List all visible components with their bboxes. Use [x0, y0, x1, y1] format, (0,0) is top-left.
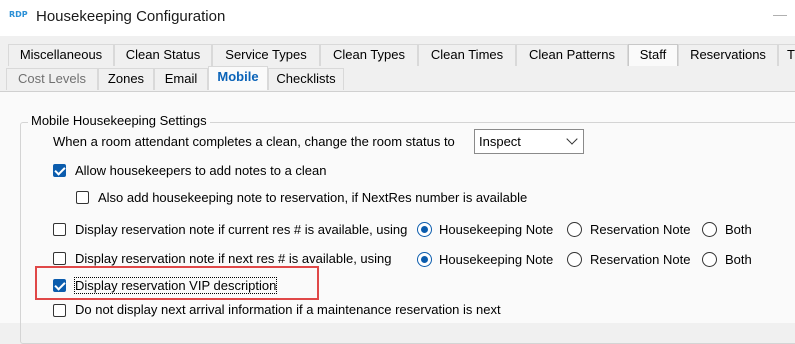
current-res-housekeeping-label: Housekeeping Note	[439, 222, 554, 237]
app-logo: RDP	[9, 10, 28, 19]
tab-reservations[interactable]: Reservations	[678, 44, 778, 66]
tab-zones[interactable]: Zones	[98, 68, 154, 90]
tab-staff[interactable]: Staff	[628, 44, 678, 66]
current-res-both-radio[interactable]	[702, 222, 717, 237]
room-status-select[interactable]: Inspect	[474, 129, 584, 154]
tab-service-types[interactable]: Service Types	[212, 44, 320, 66]
next-res-note-checkbox[interactable]	[53, 252, 66, 265]
tab-clean-status[interactable]: Clean Status	[114, 44, 212, 66]
current-res-reservation-label: Reservation Note	[590, 222, 691, 237]
title-bar: RDP Housekeeping Configuration	[0, 0, 795, 36]
current-res-reservation-radio[interactable]	[567, 222, 582, 237]
next-res-housekeeping-label: Housekeeping Note	[439, 252, 554, 267]
allow-notes-label: Allow housekeepers to add notes to a cle…	[75, 163, 327, 178]
allow-notes-checkbox[interactable]	[53, 164, 66, 177]
next-res-reservation-label: Reservation Note	[590, 252, 691, 267]
tab-miscellaneous[interactable]: Miscellaneous	[8, 44, 114, 66]
window-title: Housekeeping Configuration	[36, 8, 226, 25]
tab-cost-levels[interactable]: Cost Levels	[6, 68, 98, 90]
next-res-note-label: Display reservation note if next res # i…	[75, 251, 392, 266]
chevron-down-icon	[566, 133, 578, 145]
tab-overflow[interactable]: T	[778, 44, 795, 66]
group-title: Mobile Housekeeping Settings	[28, 113, 210, 128]
tab-clean-types[interactable]: Clean Types	[320, 44, 418, 66]
next-res-reservation-radio[interactable]	[567, 252, 582, 267]
tab-row-primary: Miscellaneous Clean Status Service Types…	[0, 44, 795, 66]
tab-clean-patterns[interactable]: Clean Patterns	[516, 44, 628, 66]
no-next-arrival-checkbox[interactable]	[53, 304, 66, 317]
tab-checklists[interactable]: Checklists	[268, 68, 344, 90]
tab-email[interactable]: Email	[154, 68, 208, 90]
minimize-icon[interactable]	[773, 15, 787, 16]
current-res-housekeeping-radio[interactable]	[417, 222, 432, 237]
next-res-both-radio[interactable]	[702, 252, 717, 267]
next-res-housekeeping-radio[interactable]	[417, 252, 432, 267]
current-res-note-label: Display reservation note if current res …	[75, 222, 408, 237]
add-note-reservation-label: Also add housekeeping note to reservatio…	[98, 190, 528, 205]
tab-clean-times[interactable]: Clean Times	[418, 44, 516, 66]
add-note-reservation-checkbox[interactable]	[76, 191, 89, 204]
room-status-value: Inspect	[479, 134, 521, 149]
next-res-both-label: Both	[725, 252, 752, 267]
room-status-label: When a room attendant completes a clean,…	[53, 134, 455, 149]
no-next-arrival-label: Do not display next arrival information …	[75, 302, 501, 317]
vip-description-label: Display reservation VIP description	[73, 277, 278, 294]
current-res-note-checkbox[interactable]	[53, 223, 66, 236]
tab-mobile[interactable]: Mobile	[208, 66, 268, 90]
current-res-both-label: Both	[725, 222, 752, 237]
vip-description-checkbox[interactable]	[53, 279, 66, 292]
tab-row-secondary: Cost Levels Zones Email Mobile Checklist…	[0, 66, 795, 90]
